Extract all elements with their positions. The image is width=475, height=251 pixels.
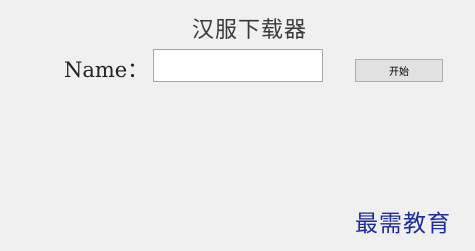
- app-window: 汉服下载器 Name： 开始 最需教育: [0, 0, 475, 251]
- name-label: Name：: [64, 58, 149, 82]
- watermark-logo: 最需教育: [355, 211, 451, 237]
- name-input[interactable]: [153, 49, 323, 82]
- window-title: 汉服下载器: [192, 18, 308, 43]
- start-button[interactable]: 开始: [355, 59, 443, 82]
